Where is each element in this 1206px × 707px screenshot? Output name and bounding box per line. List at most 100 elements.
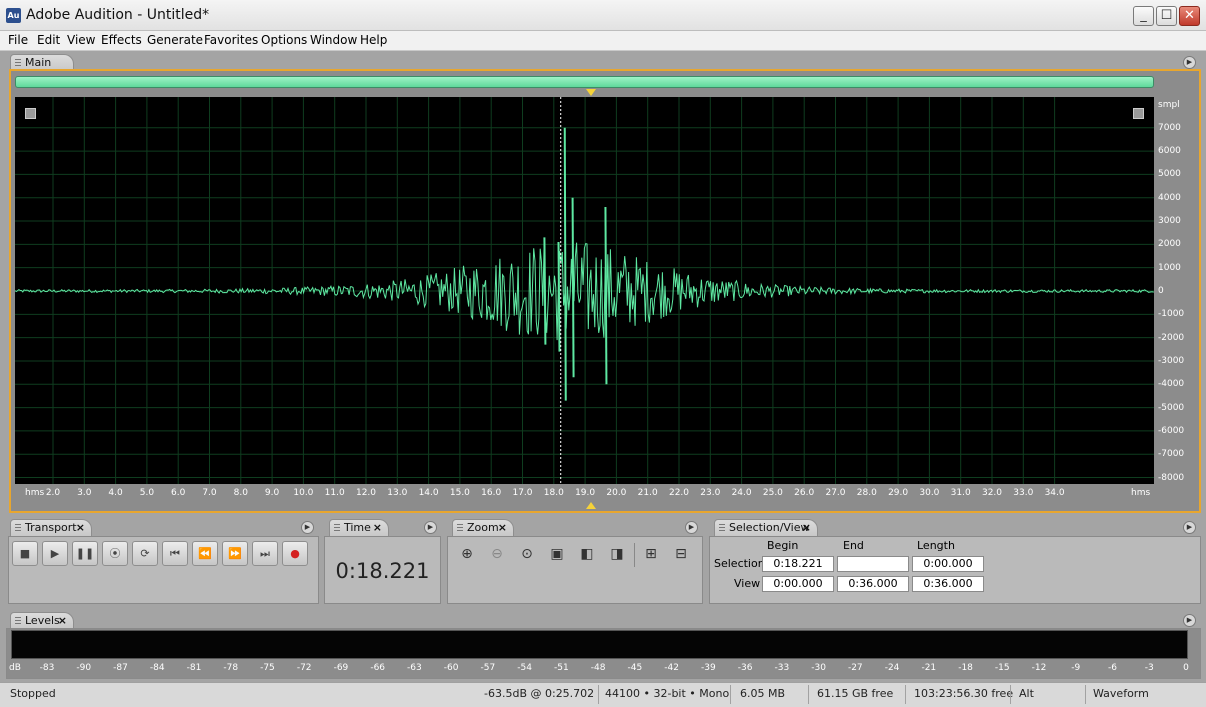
zoom-left-edge-icon[interactable]: ◧	[576, 545, 598, 565]
tab-time-label: Time	[344, 521, 371, 534]
zoom-selection-icon[interactable]: ▣	[546, 545, 568, 565]
status-format: 44100 • 32-bit • Mono	[605, 687, 730, 700]
menu-help[interactable]: Help	[360, 33, 387, 47]
grip-icon[interactable]	[15, 524, 21, 533]
panel-menu-icon[interactable]: ▶	[685, 521, 698, 534]
panel-menu-icon[interactable]: ▶	[1183, 614, 1196, 627]
grip-icon[interactable]	[457, 524, 463, 533]
waveform-spike	[543, 237, 547, 345]
go-to-end-button[interactable]: ⏭	[252, 541, 278, 566]
tab-time[interactable]: Time ×	[329, 519, 389, 536]
x-tick-label: 17.0	[512, 488, 533, 498]
y-tick-label: -4000	[1158, 379, 1185, 390]
fade-in-handle-icon[interactable]	[25, 108, 36, 119]
tab-transport[interactable]: Transport ×	[10, 519, 92, 536]
x-tick-label: 20.0	[606, 488, 627, 498]
menu-options[interactable]: Options	[261, 33, 307, 47]
close-tab-icon[interactable]: ×	[802, 520, 811, 536]
play-button[interactable]: ▶	[42, 541, 68, 566]
view-end-field[interactable]: 0:36.000	[837, 576, 909, 592]
record-button[interactable]: ●	[282, 541, 308, 566]
waveform-display[interactable]	[15, 97, 1154, 484]
close-tab-icon[interactable]: ×	[58, 613, 67, 629]
fade-out-handle-icon[interactable]	[1133, 108, 1144, 119]
level-scale-label: -78	[223, 663, 239, 673]
x-tick-label: 15.0	[449, 488, 470, 498]
tab-levels-label: Levels	[25, 614, 60, 627]
minimize-button[interactable]: _	[1133, 6, 1154, 26]
playhead-bottom-marker-icon[interactable]	[586, 502, 596, 509]
view-begin-field[interactable]: 0:00.000	[762, 576, 834, 592]
panel-menu-icon[interactable]: ▶	[301, 521, 314, 534]
grip-icon[interactable]	[719, 524, 725, 533]
zoom-out-horizontal-icon[interactable]: ⊖	[486, 545, 508, 565]
panel-menu-icon[interactable]: ▶	[1183, 521, 1196, 534]
level-scale-label: -39	[700, 663, 716, 673]
go-to-start-button[interactable]: ⏮	[162, 541, 188, 566]
selection-begin-field[interactable]: 0:18.221	[762, 556, 834, 572]
y-tick-label: -5000	[1158, 402, 1185, 413]
close-tab-icon[interactable]: ×	[76, 520, 85, 536]
menu-window[interactable]: Window	[310, 33, 357, 47]
zoom-full-icon[interactable]: ⊙	[516, 545, 538, 565]
play-to-end-button[interactable]: ⦿	[102, 541, 128, 566]
grip-icon[interactable]	[15, 59, 21, 68]
zoom-right-edge-icon[interactable]: ◨	[606, 545, 628, 565]
status-time-free: 103:23:56.30 free	[914, 687, 1014, 700]
x-tick-label: 13.0	[387, 488, 408, 498]
waveform-spike	[557, 242, 561, 352]
stop-button[interactable]: ■	[12, 541, 38, 566]
tab-zoom[interactable]: Zoom ×	[452, 519, 514, 536]
fast-forward-button[interactable]: ⏩	[222, 541, 248, 566]
menu-favorites[interactable]: Favorites	[204, 33, 258, 47]
panel-menu-icon[interactable]: ▶	[1183, 56, 1196, 69]
loop-button[interactable]: ⟳	[132, 541, 158, 566]
col-length-label: Length	[917, 539, 955, 552]
level-meter[interactable]	[11, 630, 1188, 659]
menu-generate[interactable]: Generate	[147, 33, 203, 47]
y-tick-label: 7000	[1158, 122, 1181, 133]
panel-menu-icon[interactable]: ▶	[424, 521, 437, 534]
menu-view[interactable]: View	[67, 33, 95, 47]
x-tick-label: 30.0	[919, 488, 940, 498]
x-unit-left: hms	[25, 488, 45, 498]
status-modifier: Alt	[1019, 687, 1034, 700]
x-tick-label: 11.0	[324, 488, 345, 498]
y-tick-label: -3000	[1158, 355, 1185, 366]
waveform-spike	[571, 197, 575, 378]
x-tick-label: 8.0	[233, 488, 248, 498]
close-tab-icon[interactable]: ×	[373, 520, 382, 536]
grip-icon[interactable]	[334, 524, 340, 533]
overview-bar[interactable]	[15, 76, 1154, 88]
level-scale-label: -15	[994, 663, 1010, 673]
zoom-in-vertical-icon[interactable]: ⊞	[640, 545, 662, 565]
playhead-top-marker-icon[interactable]	[586, 89, 596, 96]
selection-length-field[interactable]: 0:00.000	[912, 556, 984, 572]
status-separator	[1085, 685, 1086, 704]
time-ruler[interactable]: hms hms 2.0 3.0 4.0 5.0 6.0 7.0 8.0 9.0 10.0 11.0…	[15, 484, 1154, 502]
x-tick-label: 4.0	[108, 488, 123, 498]
selection-end-field[interactable]	[837, 556, 909, 572]
level-scale-label: -84	[149, 663, 165, 673]
x-tick-label: 5.0	[139, 488, 155, 498]
tab-levels[interactable]: Levels ×	[10, 612, 74, 629]
maximize-button[interactable]: ☐	[1156, 6, 1177, 26]
menu-edit[interactable]: Edit	[37, 33, 60, 47]
grip-icon[interactable]	[15, 617, 21, 626]
menu-bar: File Edit View Effects Generate Favorite…	[0, 31, 1206, 51]
x-tick-label: 2.0	[45, 488, 61, 498]
menu-file[interactable]: File	[8, 33, 28, 47]
level-scale-label: -54	[517, 663, 532, 673]
window-title: Adobe Audition - Untitled*	[26, 7, 210, 23]
view-length-field[interactable]: 0:36.000	[912, 576, 984, 592]
zoom-out-vertical-icon[interactable]: ⊟	[670, 545, 692, 565]
pause-button[interactable]: ❚❚	[72, 541, 98, 566]
close-tab-icon[interactable]: ×	[498, 520, 507, 536]
x-tick-label: 32.0	[981, 488, 1003, 498]
zoom-in-horizontal-icon[interactable]: ⊕	[456, 545, 478, 565]
menu-effects[interactable]: Effects	[101, 33, 142, 47]
tab-selection-view[interactable]: Selection/View ×	[714, 519, 818, 536]
close-button[interactable]: ✕	[1179, 6, 1200, 26]
y-unit-label: smpl	[1158, 100, 1180, 110]
rewind-button[interactable]: ⏪	[192, 541, 218, 566]
